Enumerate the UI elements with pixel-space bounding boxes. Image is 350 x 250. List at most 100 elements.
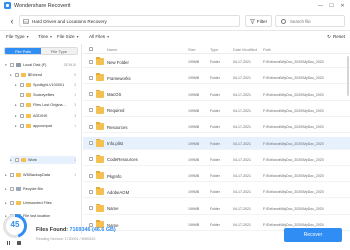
cell-path: F:\Ext\work\MyDoc_2020\MyDoc_2020 — [263, 108, 324, 113]
tree-item[interactable]: ▸ Work 1 — [10, 156, 76, 164]
row-checkbox[interactable] — [89, 206, 93, 211]
table-row[interactable]: Info.plist 199MB Folder 04-17-2021 F:\Ext\wo… — [83, 136, 350, 150]
tree-item[interactable]: ▸ Recycle Bin — [5, 185, 76, 193]
pause-icon[interactable] — [7, 241, 11, 245]
table-row[interactable]: AdobeAGM 199MB Folder 04-17-2021 F:\Ext\work… — [83, 185, 350, 199]
folder-icon — [96, 122, 104, 131]
tree-item[interactable]: Sockeyefiles 1 — [15, 91, 76, 99]
column-header-date[interactable]: Date Modified — [233, 47, 257, 52]
file-type-dropdown[interactable]: File Type ▾ — [6, 34, 29, 39]
file-table: Name Size Type Date Modified Path New Fo… — [83, 44, 350, 234]
column-header-path[interactable]: Path — [263, 47, 271, 52]
folder-icon — [96, 57, 104, 65]
tree-item-checkbox[interactable] — [10, 173, 14, 177]
cell-date: 04-17-2021 — [233, 174, 251, 179]
table-row[interactable]: PkgInfo 199MB Folder 04-17-2021 F:\Ext\work\… — [83, 169, 350, 183]
tree-item-checkbox[interactable] — [20, 93, 24, 97]
row-checkbox[interactable] — [89, 59, 93, 64]
file-path-tab[interactable]: File Path — [5, 48, 41, 54]
table-row[interactable]: CodeResources 199MB Folder 04-17-2021 F:\Ext… — [83, 153, 350, 166]
cell-path: F:\Ext\work\MyDoc_2020\MyDoc_2020 — [263, 190, 324, 195]
expand-arrow-icon[interactable]: ▸ — [10, 158, 14, 162]
tree-item[interactable]: ▾ Local Disk (F) 2876416 — [5, 61, 76, 69]
search-input[interactable] — [290, 18, 342, 25]
search-box[interactable] — [275, 15, 345, 27]
expand-arrow-icon[interactable]: ▸ — [5, 187, 9, 191]
tree-item-checkbox[interactable] — [15, 158, 19, 162]
row-checkbox[interactable] — [89, 92, 93, 97]
cell-size: 199MB — [188, 76, 200, 81]
all-files-dropdown[interactable]: All Files ▾ — [89, 34, 109, 39]
tree-item[interactable]: ▸ appcompat 1 — [15, 122, 76, 130]
tree-item[interactable]: ▸ Unmounted Files — [5, 199, 76, 207]
expand-arrow-icon[interactable]: ▾ — [5, 63, 9, 67]
tree-item-checkbox[interactable] — [20, 83, 24, 87]
cell-type: Folder — [210, 92, 220, 97]
tree-item-checkbox[interactable] — [20, 114, 24, 118]
row-checkbox[interactable] — [89, 75, 93, 80]
expand-arrow-icon[interactable]: ▸ — [5, 173, 9, 177]
tree-item[interactable]: ▸ WDBackupData 1 — [5, 171, 76, 179]
filter-button[interactable]: Filter — [245, 15, 272, 27]
cell-path: F:\Ext\work\MyDoc_2020\MyDoc_2020 — [263, 92, 324, 97]
tree-item[interactable]: ▸ ADDINS 3 — [15, 112, 76, 120]
expand-arrow-icon[interactable]: ▸ — [15, 83, 19, 87]
tree-item[interactable]: ▸ Files Lost Origina... 3 — [15, 101, 76, 109]
tree-item[interactable]: ▸ $Extend 5 — [10, 71, 76, 79]
close-icon[interactable]: ✕ — [337, 1, 348, 10]
tree-item-checkbox[interactable] — [15, 73, 19, 77]
column-header-type[interactable]: Type — [210, 47, 218, 52]
row-checkbox[interactable] — [89, 173, 93, 178]
cell-type: Folder — [210, 108, 220, 113]
cell-size: 199MB — [188, 141, 200, 146]
navigation-bar: ‹ Hard Drives and Locations Recovery Fil… — [0, 12, 350, 31]
time-dropdown[interactable]: Time ▾ — [38, 34, 52, 39]
recover-button[interactable]: Recover — [284, 228, 342, 242]
expand-arrow-icon[interactable]: ▸ — [15, 124, 19, 128]
drive-icon — [23, 18, 29, 24]
cell-date: 04-17-2021 — [233, 206, 251, 211]
file-size-dropdown[interactable]: File Size ▾ — [57, 34, 79, 39]
tree-item-checkbox[interactable] — [20, 124, 24, 128]
row-checkbox[interactable] — [89, 108, 93, 113]
table-row[interactable]: Frameworks 199MB Folder 04-17-2021 F:\Ext\wo… — [83, 71, 350, 85]
cell-type: Folder — [210, 60, 220, 64]
file-type-tab[interactable]: File Type — [41, 48, 77, 54]
file-size-label: File Size — [57, 34, 75, 39]
row-checkbox[interactable] — [89, 141, 93, 145]
row-checkbox[interactable] — [89, 189, 93, 194]
cell-size: 199MB — [188, 157, 200, 162]
table-row[interactable]: MacOS 199MB Folder 04-17-2021 F:\Ext\work\My… — [83, 88, 350, 101]
tree-item-checkbox[interactable] — [10, 201, 14, 205]
maximize-icon[interactable]: ☐ — [326, 1, 337, 10]
table-row[interactable]: Required 199MB Folder 04-17-2021 F:\Ext\work… — [83, 104, 350, 117]
expand-arrow-icon[interactable]: ▸ — [10, 73, 14, 77]
drive-icon — [16, 63, 21, 67]
select-all-checkbox[interactable] — [89, 47, 93, 51]
tree-item-label: appcompat — [33, 124, 52, 128]
table-row[interactable]: Name 199MB Folder 04-17-2021 F:\Ext\work\MyD… — [83, 202, 350, 215]
cell-type: Folder — [210, 190, 220, 195]
row-checkbox[interactable] — [89, 157, 93, 162]
row-checkbox[interactable] — [89, 222, 93, 227]
expand-arrow-icon[interactable]: ▸ — [15, 103, 19, 107]
cell-size: 199MB — [188, 125, 200, 130]
expand-arrow-icon[interactable]: ▸ — [15, 114, 19, 118]
back-button[interactable]: ‹ — [5, 15, 19, 27]
tree-item-checkbox[interactable] — [10, 187, 14, 191]
row-checkbox[interactable] — [89, 124, 93, 129]
tree-item-label: $Extend — [28, 73, 42, 77]
column-header-size[interactable]: Size — [188, 47, 196, 52]
expand-arrow-icon[interactable]: ▸ — [5, 201, 9, 205]
cell-date: 04-17-2021 — [233, 223, 251, 227]
tree-item-checkbox[interactable] — [20, 103, 24, 107]
table-row[interactable]: New Folder 199MB Folder 04-17-2021 F:\Ext\wo… — [83, 55, 350, 68]
stop-icon[interactable] — [17, 241, 21, 245]
table-row[interactable]: Resources 199MB Folder 04-17-2021 F:\Ext\wor… — [83, 120, 350, 134]
tree-item[interactable]: ▸ Spotlight-V100001 3 — [15, 81, 76, 89]
minimize-icon[interactable]: — — [315, 1, 326, 10]
tree-item-checkbox[interactable] — [10, 63, 14, 67]
reset-button[interactable]: ↻ Reset — [327, 34, 345, 40]
scrollbar[interactable] — [347, 56, 349, 96]
column-header-name[interactable]: Name — [107, 47, 117, 52]
